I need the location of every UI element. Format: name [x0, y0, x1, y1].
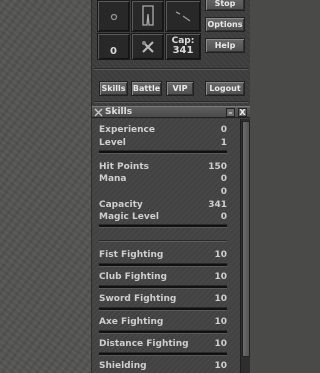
skill-value: 1 [220, 138, 227, 148]
skills-button[interactable]: Skills [99, 81, 128, 96]
skill-row-experience: Experience 0 [99, 125, 227, 136]
skills-window-titlebar[interactable]: Skills – X [92, 106, 250, 118]
legs-icon [141, 5, 154, 26]
skills-scrollbar[interactable] [240, 119, 250, 373]
sword-icon [175, 11, 191, 22]
sword-progress-bar [99, 307, 227, 311]
logout-button[interactable]: Logout [205, 81, 245, 96]
skills-window-title: Skills [105, 107, 133, 117]
skill-row-mana: Mana 0 [99, 174, 227, 185]
skill-label: Magic Level [99, 212, 159, 222]
skill-row-distance: Distance Fighting 10 [99, 339, 227, 350]
battle-button[interactable]: Battle [131, 81, 162, 96]
scrollbar-thumb[interactable] [242, 121, 250, 357]
skill-value: 10 [214, 361, 227, 371]
distance-progress-bar [99, 352, 227, 356]
skill-value: 0 [220, 125, 227, 135]
magic-level-progress-bar [99, 224, 227, 228]
skill-value: 0 [220, 174, 227, 184]
skill-row-level: Level 1 [99, 138, 227, 149]
skill-label: Distance Fighting [99, 339, 189, 349]
skill-row-sword: Sword Fighting 10 [99, 294, 227, 305]
skills-window-body [92, 119, 240, 373]
feet-slot[interactable] [131, 33, 164, 60]
hand-slot-right[interactable] [165, 0, 201, 32]
stop-button[interactable]: Stop [205, 0, 245, 11]
skill-value: 0 [220, 212, 227, 222]
skill-label: Level [99, 138, 126, 148]
panel-separator [94, 68, 248, 70]
backpack-slot[interactable] [97, 0, 130, 32]
skill-row-club: Club Fighting 10 [99, 272, 227, 283]
ring-icon [110, 13, 117, 21]
arrow-count: 0 [110, 46, 117, 57]
help-button[interactable]: Help [205, 38, 245, 53]
skill-label: Club Fighting [99, 272, 167, 282]
legs-slot[interactable] [131, 0, 164, 32]
skill-value: 341 [208, 200, 227, 210]
skill-label: Shielding [99, 361, 147, 371]
options-button[interactable]: Options [205, 17, 245, 32]
skills-divider [99, 240, 227, 242]
skill-label: Hit Points [99, 162, 149, 172]
skills-icon [94, 108, 103, 117]
fist-progress-bar [99, 263, 227, 267]
skill-row-hitpoints: Hit Points 150 [99, 162, 227, 173]
skill-value: 150 [208, 162, 227, 172]
skill-label: Capacity [99, 200, 143, 210]
skill-value: 10 [214, 339, 227, 349]
close-button[interactable]: X [238, 108, 247, 117]
capacity-box: Cap: 341 [165, 33, 201, 60]
skill-label: Sword Fighting [99, 294, 177, 304]
skill-value: 10 [214, 317, 227, 327]
skill-label: Fist Fighting [99, 250, 164, 260]
minimize-button[interactable]: – [226, 108, 235, 117]
tools-icon [141, 40, 154, 53]
skill-value: 10 [214, 294, 227, 304]
skill-row-axe: Axe Fighting 10 [99, 317, 227, 328]
arrow-slot[interactable]: 0 [97, 33, 130, 60]
capacity-value: 341 [172, 45, 194, 56]
panel-separator-2 [94, 101, 248, 103]
skill-row-magic-level: Magic Level 0 [99, 212, 227, 223]
skill-value: 0 [220, 187, 227, 197]
skill-label: Axe Fighting [99, 317, 164, 327]
skill-row-soul: 0 [99, 187, 227, 198]
skill-label: Experience [99, 125, 155, 135]
club-progress-bar [99, 285, 227, 289]
skill-value: 10 [214, 272, 227, 282]
skill-row-capacity: Capacity 341 [99, 200, 227, 211]
skill-label: Mana [99, 174, 127, 184]
game-view-edge [0, 0, 92, 373]
level-progress-bar [99, 150, 227, 154]
skill-row-shielding: Shielding 10 [99, 361, 227, 372]
skill-value: 10 [214, 250, 227, 260]
skill-row-fist: Fist Fighting 10 [99, 250, 227, 261]
axe-progress-bar [99, 330, 227, 334]
vip-button[interactable]: VIP [166, 81, 194, 96]
